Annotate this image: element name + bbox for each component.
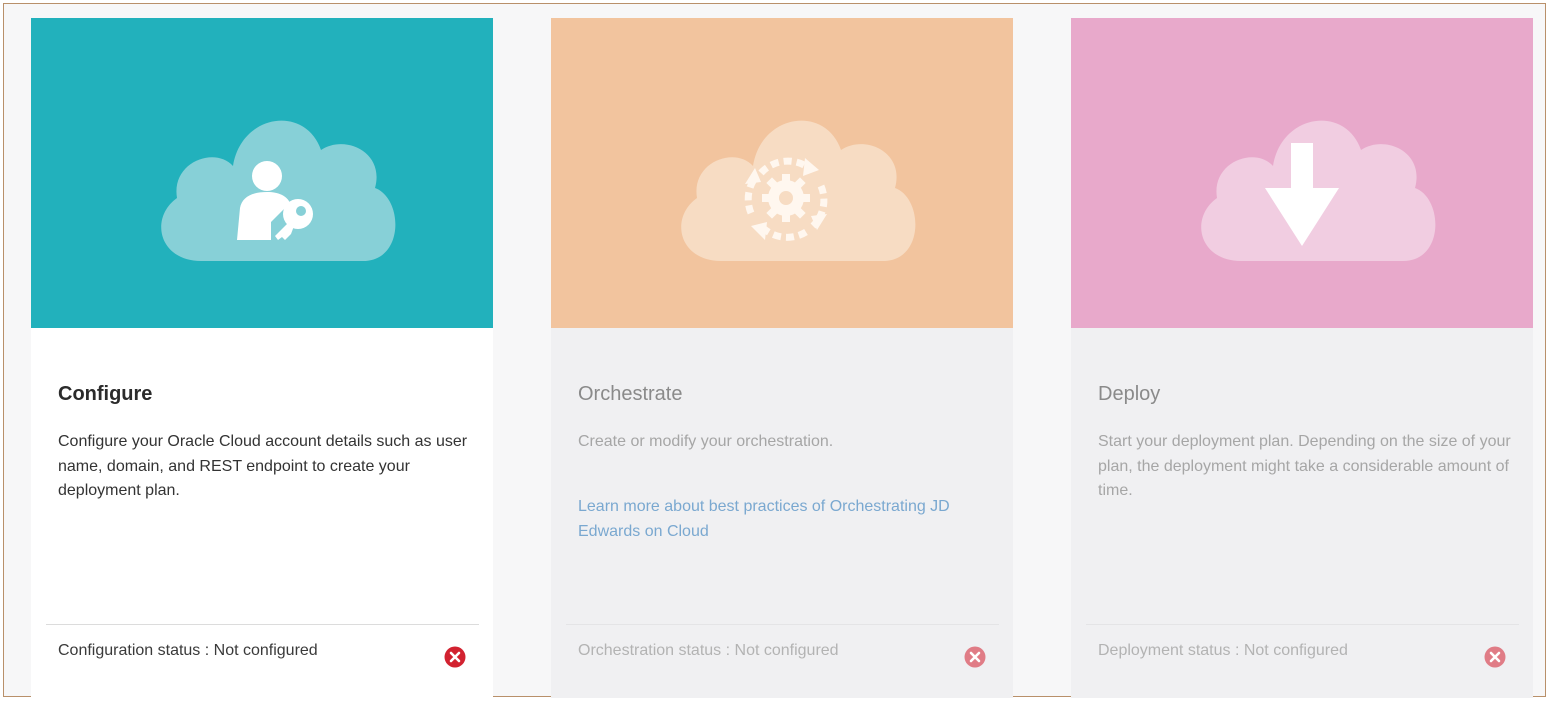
divider xyxy=(566,624,999,625)
cloud-icon xyxy=(551,18,1013,328)
cloud-icon xyxy=(1071,18,1533,328)
orchestrate-card[interactable]: Orchestrate Create or modify your orches… xyxy=(551,18,1013,698)
card-title: Orchestrate xyxy=(578,383,683,405)
divider xyxy=(1086,624,1519,625)
orchestration-status: Orchestration status : Not configured xyxy=(578,642,839,659)
deploy-hero[interactable] xyxy=(1071,18,1533,328)
configure-hero[interactable] xyxy=(31,18,493,328)
deploy-card[interactable]: Deploy Start your deployment plan. Depen… xyxy=(1071,18,1533,698)
card-title: Configure xyxy=(58,383,153,405)
configuration-status: Configuration status : Not configured xyxy=(58,642,318,659)
error-x-icon xyxy=(444,646,466,668)
app-frame: Configure Configure your Oracle Cloud ac… xyxy=(3,3,1546,698)
card-description: Start your deployment plan. Depending on… xyxy=(1098,433,1511,499)
error-x-icon xyxy=(1484,646,1506,668)
deployment-status: Deployment status : Not configured xyxy=(1098,642,1348,659)
divider xyxy=(46,624,479,625)
card-description: Create or modify your orchestration. xyxy=(578,433,834,450)
learn-more-link[interactable]: Learn more about best practices of Orche… xyxy=(578,495,998,544)
cloud-icon xyxy=(31,18,493,328)
card-description: Configure your Oracle Cloud account deta… xyxy=(58,433,468,499)
configure-card[interactable]: Configure Configure your Oracle Cloud ac… xyxy=(31,18,493,698)
card-title: Deploy xyxy=(1098,383,1161,405)
orchestrate-hero[interactable] xyxy=(551,18,1013,328)
error-x-icon xyxy=(964,646,986,668)
